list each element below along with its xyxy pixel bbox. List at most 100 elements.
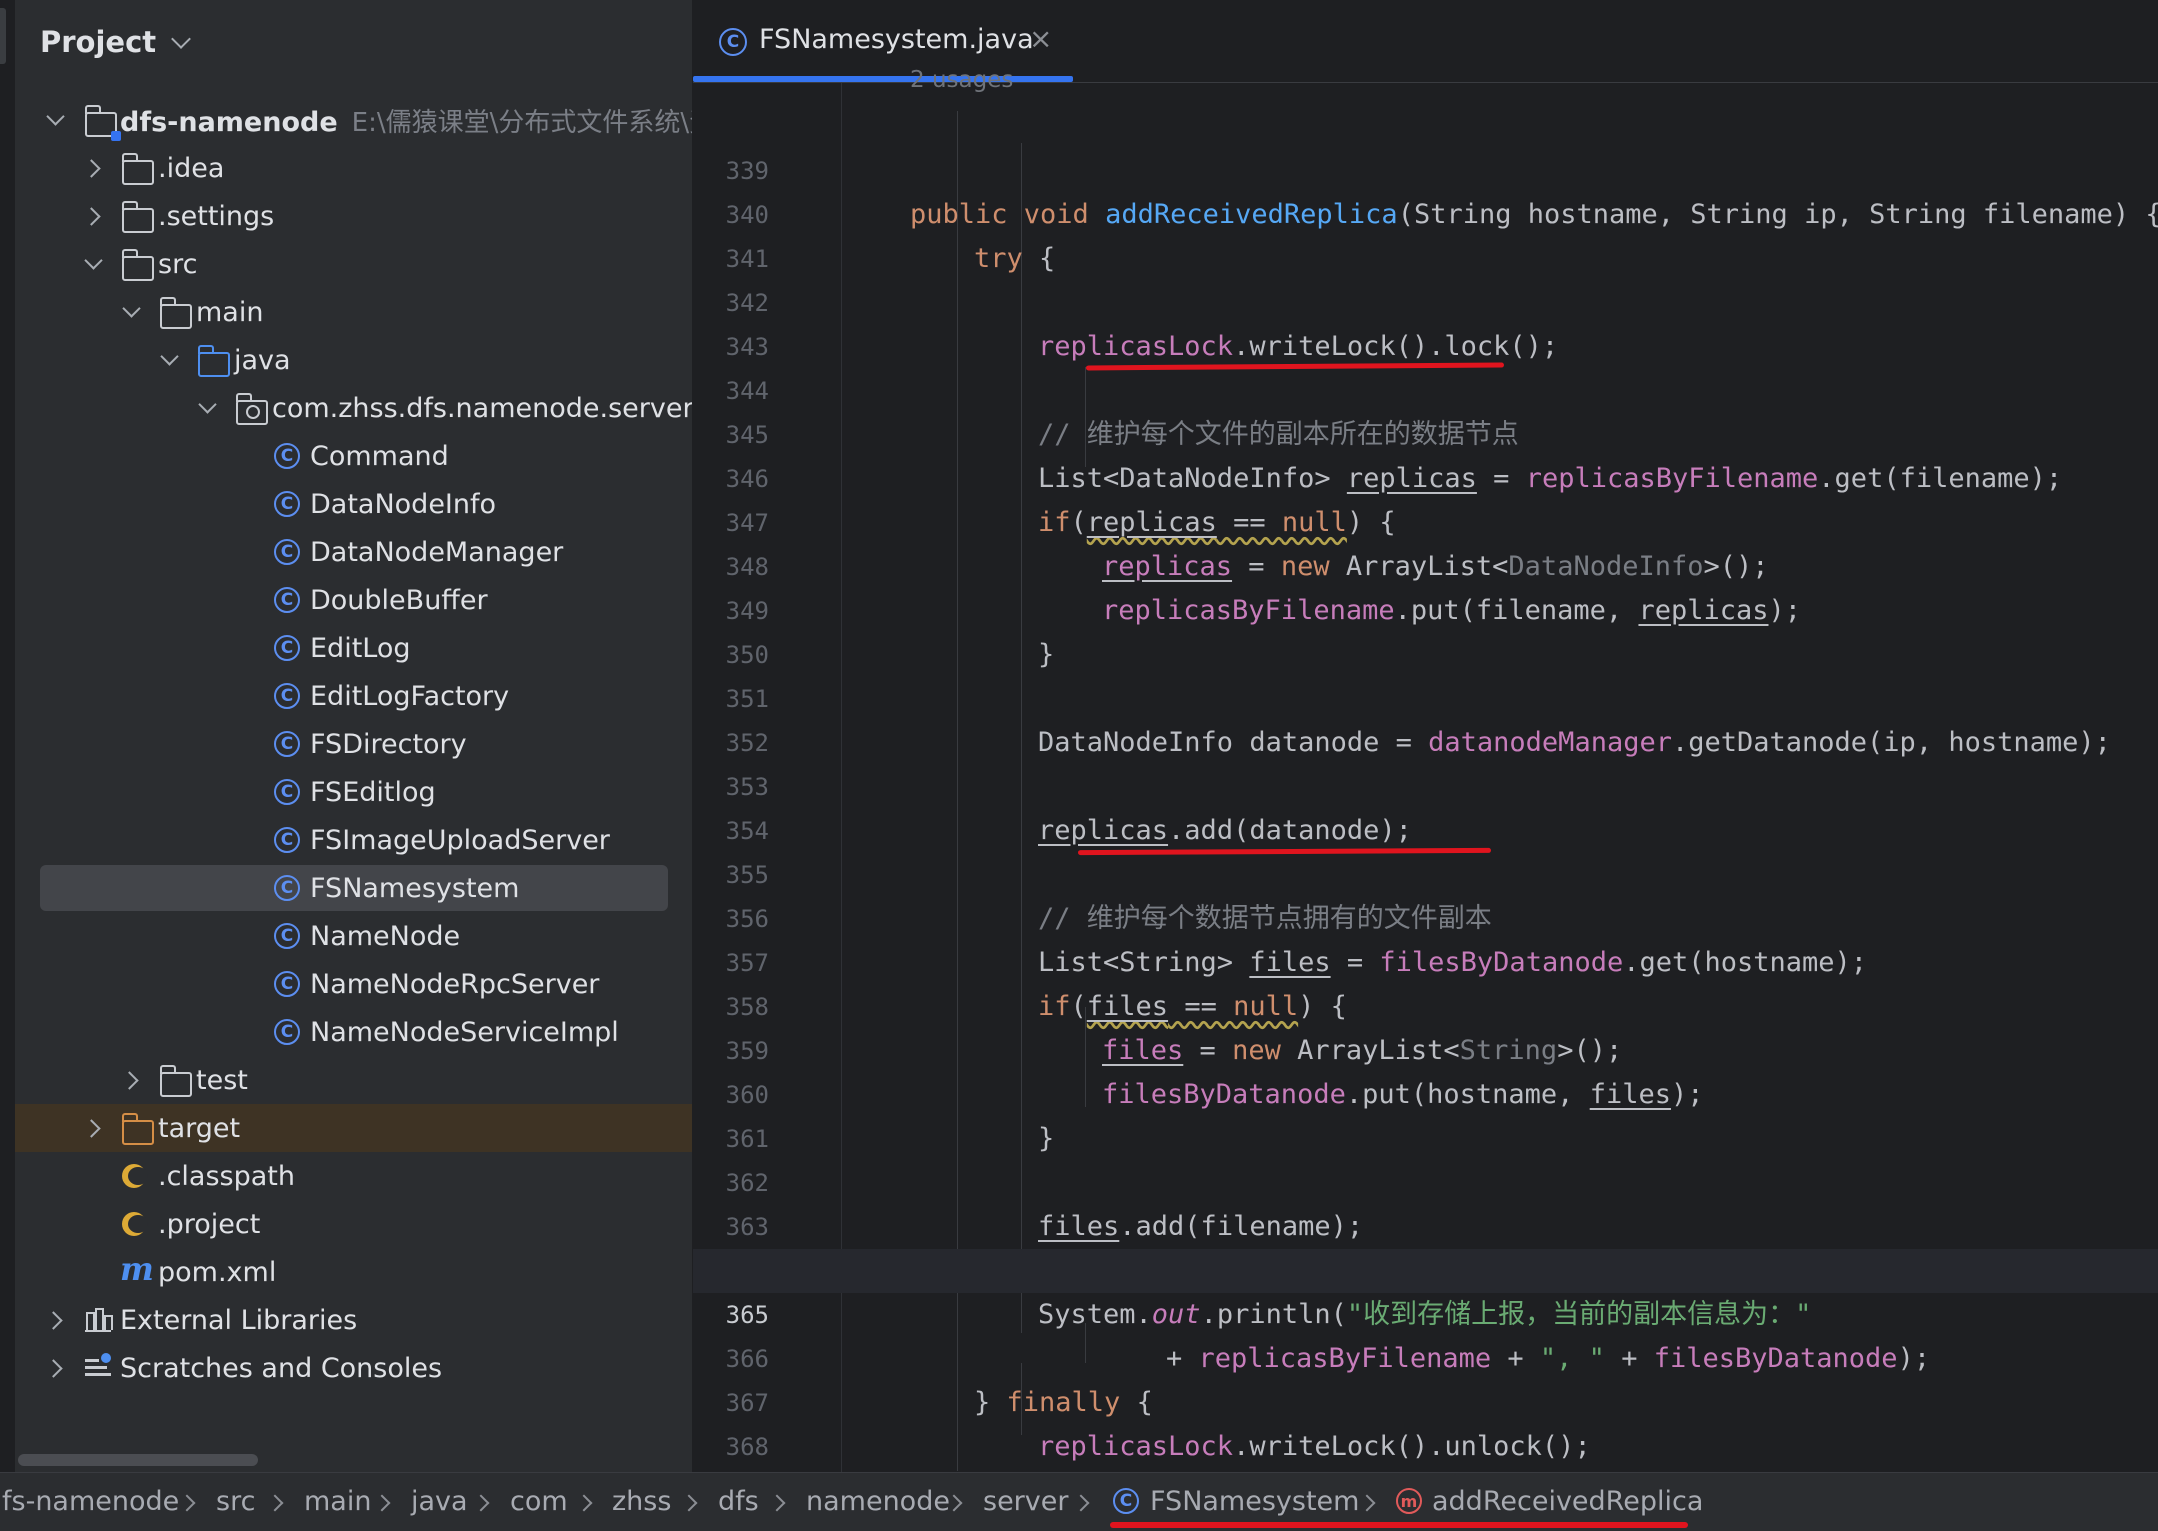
tree-item-label: .settings (158, 200, 275, 232)
tree-item-class[interactable]: C FSEditlog (0, 768, 692, 816)
tree-item-label: java (234, 344, 291, 376)
code-line: 349 } (693, 545, 2158, 670)
breadcrumb-item-method[interactable]: addReceivedReplica (1432, 1486, 1703, 1517)
tree-item-main[interactable]: main (0, 288, 692, 336)
class-icon: C (274, 971, 300, 997)
class-icon: C (274, 491, 300, 517)
tree-item-label: EditLogFactory (310, 680, 510, 712)
chevron-down-icon[interactable] (198, 394, 217, 414)
tree-item-java[interactable]: java (0, 336, 692, 384)
chevron-right-icon (472, 1494, 490, 1512)
tree-item-class[interactable]: C NameNodeServiceImpl (0, 1008, 692, 1056)
tree-item-label: FSNamesystem (310, 872, 520, 904)
breadcrumb-item[interactable]: com (510, 1486, 568, 1517)
breadcrumb-item[interactable]: server (983, 1486, 1068, 1517)
code-line: 364 System.out.println("收到存储上报，当前的副本信息为：… (693, 1205, 2158, 1330)
code-line: 356 List<String> files = filesByDatanode… (693, 853, 2158, 978)
tree-item-src[interactable]: src (0, 240, 692, 288)
chevron-right-icon[interactable] (82, 1118, 101, 1138)
tree-item-idea[interactable]: .idea (0, 144, 692, 192)
code-line: 350 (693, 589, 2158, 669)
breadcrumb-item-class[interactable]: FSNamesystem (1150, 1486, 1359, 1517)
chevron-down-icon[interactable] (122, 298, 141, 318)
chevron-right-icon[interactable] (82, 158, 101, 178)
code-line: 358 files = new ArrayList<String>(); (693, 941, 2158, 1066)
chevron-right-icon (575, 1494, 593, 1512)
breadcrumb-item[interactable]: fs-namenode (2, 1486, 179, 1517)
tree-item-label: FSDirectory (310, 728, 467, 760)
chevron-right-icon (266, 1494, 284, 1512)
code-editor[interactable]: 2 usages 339 public void addReceivedRepl… (693, 67, 2158, 1472)
chevron-right-icon (768, 1494, 786, 1512)
tree-item-label: .classpath (158, 1160, 295, 1192)
code-line: 359 filesByDatanode.put(hostname, files)… (693, 985, 2158, 1110)
tree-item-test[interactable]: test (0, 1056, 692, 1104)
chevron-right-icon (680, 1494, 698, 1512)
code-line: 366 } finally { (693, 1293, 2158, 1418)
class-icon: C (274, 731, 300, 757)
code-line: 355 // 维护每个数据节点拥有的文件副本 (693, 809, 2158, 934)
tree-item-class[interactable]: C FSDirectory (0, 720, 692, 768)
code-line: 343 (693, 281, 2158, 361)
tree-item-class[interactable]: C EditLog (0, 624, 692, 672)
tree-item-class-selected[interactable]: C FSNamesystem (0, 864, 692, 912)
tree-item-target[interactable]: target (15, 1104, 692, 1152)
class-icon: C (719, 28, 747, 56)
chevron-right-icon[interactable] (82, 206, 101, 226)
tree-item-label: External Libraries (120, 1304, 358, 1336)
tree-item-classpath[interactable]: .classpath (0, 1152, 692, 1200)
tree-item-package[interactable]: com.zhss.dfs.namenode.server (0, 384, 692, 432)
chevron-down-icon[interactable] (84, 250, 103, 270)
package-icon (235, 393, 268, 425)
tree-item-label: pom.xml (158, 1256, 277, 1288)
tree-item-settings[interactable]: .settings (0, 192, 692, 240)
chevron-right-icon[interactable] (44, 1310, 63, 1330)
close-icon[interactable]: × (1029, 22, 1052, 55)
breadcrumb-item[interactable]: dfs (718, 1486, 759, 1517)
breadcrumb-item[interactable]: src (216, 1486, 255, 1517)
chevron-right-icon[interactable] (120, 1070, 139, 1090)
breadcrumb-item[interactable]: zhss (612, 1486, 671, 1517)
tree-item-label: NameNode (310, 920, 461, 952)
tree-item-pom[interactable]: m pom.xml (0, 1248, 692, 1296)
chevron-right-icon[interactable] (44, 1358, 63, 1378)
project-view-selector[interactable]: Project (40, 22, 192, 62)
red-annotation-underline (1110, 1522, 1688, 1528)
breadcrumb-item[interactable]: main (304, 1486, 371, 1517)
tree-item-label: test (196, 1064, 248, 1096)
tree-item-class[interactable]: C FSImageUploadServer (0, 816, 692, 864)
horizontal-scrollbar[interactable] (18, 1454, 258, 1466)
tree-item-project-file[interactable]: .project (0, 1200, 692, 1248)
tree-item-label: .project (158, 1208, 261, 1240)
tree-item-class[interactable]: C Command (0, 432, 692, 480)
tree-item-class[interactable]: C DataNodeManager (0, 528, 692, 576)
module-folder-icon (84, 105, 121, 141)
chevron-down-icon[interactable] (46, 106, 65, 126)
class-icon: C (274, 1019, 300, 1045)
tree-item-label: src (158, 248, 198, 280)
breadcrumb-item[interactable]: namenode (806, 1486, 950, 1517)
code-line: 367 replicasLock.writeLock().unlock(); (693, 1337, 2158, 1462)
tree-item-class[interactable]: C DataNodeInfo (0, 480, 692, 528)
tree-item-class[interactable]: C NameNode (0, 912, 692, 960)
source-folder-icon (197, 345, 230, 377)
navigation-breadcrumb: fs-namenode src main java com zhss dfs n… (0, 1472, 2158, 1531)
chevron-down-icon[interactable] (160, 346, 179, 366)
scratches-icon (85, 1353, 111, 1379)
tab-fsnamesystem-java[interactable]: C FSNamesystem.java × (693, 0, 1073, 82)
tree-item-label: Command (310, 440, 449, 472)
tree-item-scratches[interactable]: Scratches and Consoles (0, 1344, 692, 1392)
tree-item-class[interactable]: C EditLogFactory (0, 672, 692, 720)
usages-hint[interactable]: 2 usages (910, 67, 1013, 93)
breadcrumb-item[interactable]: java (411, 1486, 468, 1517)
tree-item-class[interactable]: C DoubleBuffer (0, 576, 692, 624)
tree-item-dfs-namenode[interactable]: dfs-namenode E:\儒猿课堂\分布式文件系统\资料 (0, 96, 692, 144)
tree-item-label: EditLog (310, 632, 411, 664)
class-icon: C (274, 875, 300, 901)
tree-item-external-libraries[interactable]: External Libraries (0, 1296, 692, 1344)
eclipse-icon (122, 1212, 148, 1236)
folder-icon (159, 297, 192, 329)
tree-item-label: FSImageUploadServer (310, 824, 610, 856)
tree-item-class[interactable]: C NameNodeRpcServer (0, 960, 692, 1008)
code-line: 339 public void addReceivedReplica(Strin… (693, 105, 2158, 230)
